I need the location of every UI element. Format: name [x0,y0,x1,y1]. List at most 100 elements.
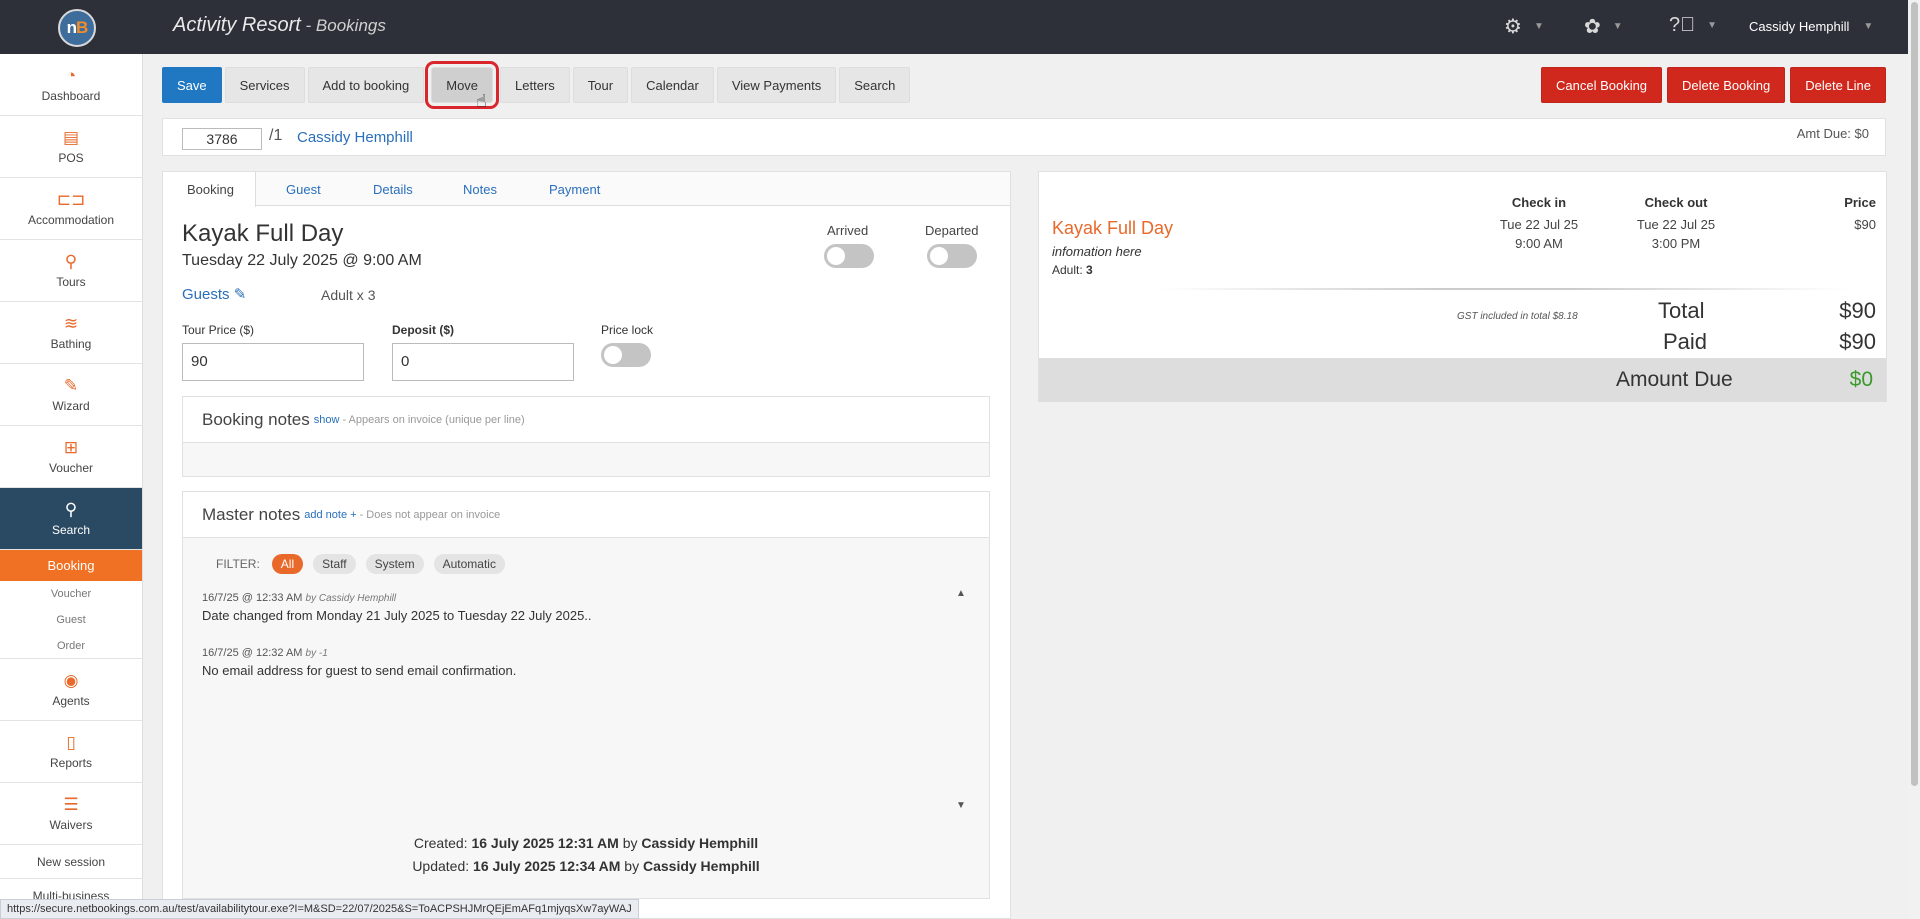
check-out-header: Check out [1644,195,1708,210]
logo[interactable]: nB [58,9,96,47]
gift-icon: ⊞ [63,438,79,457]
filter-staff[interactable]: Staff [313,554,356,574]
filter-label: FILTER: [216,557,260,571]
tour-price-input[interactable]: 90 [182,343,364,381]
cancel-booking-button[interactable]: Cancel Booking [1540,67,1663,103]
search-button[interactable]: Search [839,67,911,103]
summary-item-name[interactable]: Kayak Full Day [1052,218,1173,239]
price-value: $90 [1854,217,1876,232]
dashboard-icon: ◔ [65,66,77,85]
booking-notes-title: Booking notes [202,409,310,429]
help-menu[interactable]: ?⃝ ▼ [1669,14,1717,37]
scroll-up-icon[interactable]: ▲ [956,588,966,599]
sidebar-item-dashboard[interactable]: ◔ Dashboard [0,54,142,116]
sidebar-item-new-session[interactable]: New session [0,845,142,879]
filter-automatic[interactable]: Automatic [433,554,505,574]
sidebar-sub-voucher[interactable]: Voucher [0,581,142,607]
booking-notes-body[interactable] [183,443,989,476]
scroll-down-icon[interactable]: ▼ [956,800,966,811]
sidebar-item-bathing[interactable]: ≋ Bathing [0,302,142,364]
booking-notes-hint: - Appears on invoice (unique per line) [342,413,525,426]
amount-due-title: Amount Due [1616,368,1733,391]
price-lock-toggle[interactable] [601,343,651,367]
notes-filter: FILTER: All Staff System Automatic [216,554,505,574]
check-in-header: Check in [1511,195,1567,210]
sidebar-item-search[interactable]: ⚲ Search [0,488,142,550]
tab-booking[interactable]: Booking [163,172,256,207]
sidebar-sub-guest[interactable]: Guest [0,607,142,633]
user-menu[interactable]: Cassidy Hemphill ▼ [1749,19,1873,34]
filter-system[interactable]: System [365,554,424,574]
delete-booking-button[interactable]: Delete Booking [1667,67,1786,103]
filter-all[interactable]: All [271,554,304,574]
sidebar-item-waivers[interactable]: ☰ Waivers [0,783,142,845]
tab-guest[interactable]: Guest [286,172,321,206]
booking-tabs: Booking Guest Details Notes Payment [163,172,1010,207]
sidebar-item-accommodation[interactable]: ⊏⊐ Accommodation [0,178,142,240]
user-name: Cassidy Hemphill [1749,19,1850,34]
booking-number-bar: 3786 /1 Cassidy Hemphill Amt Due: $0 [162,118,1886,156]
add-to-booking-button[interactable]: Add to booking [307,67,425,103]
save-button[interactable]: Save [162,67,222,103]
document-icon: ▯ [66,733,76,752]
view-payments-button[interactable]: View Payments [716,67,837,103]
guests-edit-link[interactable]: Guests ✎ [182,285,246,303]
tour-name: Kayak Full Day [182,220,344,247]
booking-notes-show-link[interactable]: show [314,414,340,426]
amount-due-value: $0 [1849,368,1873,391]
summary-item-qty: Adult: 3 [1052,263,1093,277]
tab-payment[interactable]: Payment [549,172,600,206]
users-icon: ◉ [63,671,79,690]
help-icon: ?⃝ [1669,14,1696,36]
sidebar-item-reports[interactable]: ▯ Reports [0,721,142,783]
created-info: Created: 16 July 2025 12:31 AM by Cassid… [413,835,759,851]
tab-notes[interactable]: Notes [463,172,497,206]
services-button[interactable]: Services [224,67,305,103]
page-scrollbar[interactable] [1908,0,1920,919]
sidebar-item-voucher[interactable]: ⊞ Voucher [0,426,142,488]
gst-note: GST included in total $8.18 [1457,311,1578,322]
mouse-cursor-icon: ☝ [476,91,487,111]
tab-details[interactable]: Details [373,172,413,206]
guests-value: Adult x 3 [321,287,376,303]
tour-button[interactable]: Tour [572,67,629,103]
puzzle-icon: ✿ [1584,16,1601,38]
add-note-link[interactable]: add note + [304,509,356,521]
extensions-menu[interactable]: ✿ ▼ [1584,14,1623,39]
route-icon: ⚲ [64,252,78,271]
scrollbar-thumb[interactable] [1911,2,1918,786]
sidebar-item-agents[interactable]: ◉ Agents [0,659,142,721]
sidebar-item-wizard[interactable]: ✎ Wizard [0,364,142,426]
delete-line-button[interactable]: Delete Line [1790,67,1886,103]
check-in-value: Tue 22 Jul 25 9:00 AM [1499,217,1579,251]
sidebar-sub-booking[interactable]: Booking [0,550,142,581]
booking-number-input[interactable]: 3786 [182,128,262,150]
chevron-down-icon: ▼ [1707,20,1718,31]
note-entry: 16/7/25 @ 12:33 AM by Cassidy Hemphill D… [202,592,592,623]
sidebar: ◔ Dashboard ▤ POS ⊏⊐ Accommodation ⚲ Tours ≋… [0,54,143,919]
deposit-label: Deposit ($) [392,323,455,337]
letters-button[interactable]: Letters [500,67,570,103]
total-value: $90 [1839,298,1876,323]
amount-due-label: Amt Due: $0 [1796,126,1869,141]
gears-icon: ⚙ [1504,16,1522,38]
master-notes-hint: - Does not appear on invoice [359,508,501,521]
sidebar-sub-order[interactable]: Order [0,633,142,659]
paid-label: Paid [1663,329,1708,354]
magic-wand-icon: ✎ [63,376,79,395]
guest-name-link[interactable]: Cassidy Hemphill [297,129,413,146]
sidebar-item-pos[interactable]: ▤ POS [0,116,142,178]
waves-icon: ≋ [63,314,79,333]
chevron-down-icon: ▼ [1863,21,1874,32]
departed-toggle[interactable] [927,244,977,268]
settings-menu[interactable]: ⚙ ▼ [1504,14,1544,39]
list-check-icon: ☰ [63,795,79,814]
sidebar-item-tours[interactable]: ⚲ Tours [0,240,142,302]
deposit-input[interactable]: 0 [392,343,574,381]
toolbar: Save Services Add to booking Move Letter… [162,61,911,109]
arrived-toggle[interactable] [824,244,874,268]
price-lock-label: Price lock [601,323,654,337]
app-title: Activity Resort - Bookings [173,14,386,36]
calendar-button[interactable]: Calendar [631,67,714,103]
booking-panel: Booking Guest Details Notes Payment Kaya… [162,171,1011,919]
